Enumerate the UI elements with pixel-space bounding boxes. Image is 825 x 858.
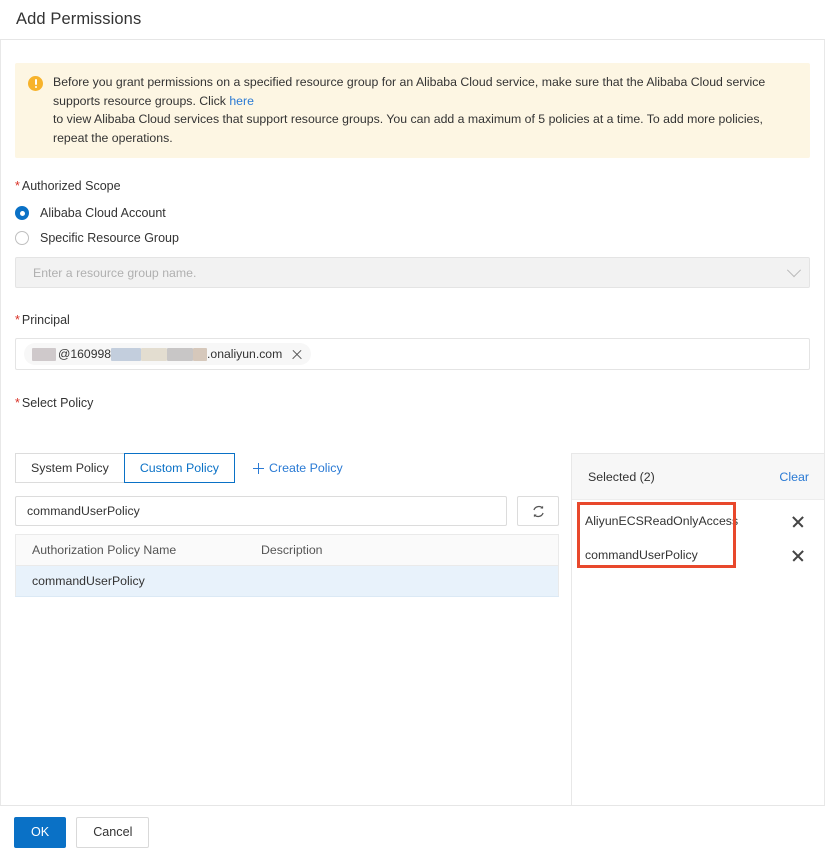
policy-search-row: commandUserPolicy xyxy=(15,496,559,526)
redacted-block xyxy=(111,347,142,361)
principal-section: * Principal @160998 .onaliyun.com xyxy=(1,313,824,370)
authorized-scope-label-text: Authorized Scope xyxy=(21,179,121,193)
cell-description xyxy=(245,565,559,597)
refresh-button[interactable] xyxy=(517,496,559,526)
tab-system-policy[interactable]: System Policy xyxy=(15,453,125,483)
principal-input[interactable]: @160998 .onaliyun.com xyxy=(15,338,810,370)
cell-policy-name: commandUserPolicy xyxy=(15,565,245,597)
principal-label: * Principal xyxy=(15,313,824,327)
create-policy-label: Create Policy xyxy=(269,461,343,475)
table-header-row: Authorization Policy Name Description xyxy=(15,534,559,566)
principal-tag: @160998 .onaliyun.com xyxy=(24,343,312,365)
selected-count-label: Selected (2) xyxy=(588,469,655,484)
add-permissions-dialog: Add Permissions Before you grant permiss… xyxy=(0,0,825,858)
close-icon[interactable] xyxy=(792,515,804,527)
radio-specific-resource-group[interactable]: Specific Resource Group xyxy=(15,231,179,245)
redacted-block xyxy=(141,347,168,361)
resource-group-select[interactable]: Enter a resource group name. xyxy=(15,257,810,288)
radio-unchecked-icon xyxy=(15,231,29,245)
page-title: Add Permissions xyxy=(16,10,142,28)
cancel-button[interactable]: Cancel xyxy=(76,816,150,848)
column-header-policy-name: Authorization Policy Name xyxy=(15,534,245,566)
selected-policies-panel: Selected (2) Clear AliyunECSReadOnlyAcce… xyxy=(571,453,824,805)
authorized-scope-section: * Authorized Scope Alibaba Cloud Account … xyxy=(1,179,824,288)
alert-here-link[interactable]: here xyxy=(229,94,254,108)
close-icon[interactable] xyxy=(291,349,302,360)
selected-policy-name: AliyunECSReadOnlyAccess xyxy=(585,514,739,528)
principal-label-text: Principal xyxy=(21,313,70,327)
table-row[interactable]: commandUserPolicy xyxy=(15,565,559,597)
column-header-description: Description xyxy=(245,534,559,566)
warning-icon xyxy=(28,76,43,91)
required-asterisk: * xyxy=(15,396,20,410)
required-asterisk: * xyxy=(15,179,20,193)
search-input[interactable]: commandUserPolicy xyxy=(15,496,507,526)
selected-policy-name: commandUserPolicy xyxy=(585,548,698,562)
redacted-block xyxy=(32,347,56,361)
clear-selection-button[interactable]: Clear xyxy=(779,470,809,484)
dialog-header: Add Permissions xyxy=(0,0,825,40)
selected-policies-list: AliyunECSReadOnlyAccess commandUserPolic… xyxy=(572,500,824,572)
select-policy-section: * Select Policy xyxy=(1,396,824,410)
redacted-block xyxy=(193,347,208,361)
dialog-footer: OK Cancel xyxy=(0,805,825,858)
plus-icon xyxy=(253,462,264,474)
ok-button[interactable]: OK xyxy=(14,816,67,848)
dialog-body: Before you grant permissions on a specif… xyxy=(0,40,825,805)
select-policy-label-text: Select Policy xyxy=(21,396,94,410)
selected-panel-header: Selected (2) Clear xyxy=(572,454,824,500)
principal-tag-text: @160998 xyxy=(58,347,112,361)
chevron-down-icon xyxy=(786,262,802,277)
policy-tabs: System Policy Custom Policy Create Polic… xyxy=(15,453,559,483)
alert-text: Before you grant permissions on a specif… xyxy=(53,73,797,147)
list-item: AliyunECSReadOnlyAccess xyxy=(572,504,824,538)
radio-alibaba-cloud-account-label: Alibaba Cloud Account xyxy=(40,206,166,220)
select-policy-label: * Select Policy xyxy=(15,396,824,410)
list-item: commandUserPolicy xyxy=(572,538,824,572)
create-policy-button[interactable]: Create Policy xyxy=(253,461,343,475)
alert-text-part1: Before you grant permissions on a specif… xyxy=(53,75,766,108)
redacted-block xyxy=(167,347,194,361)
tab-custom-policy[interactable]: Custom Policy xyxy=(123,453,235,483)
authorized-scope-label: * Authorized Scope xyxy=(15,179,824,193)
close-icon[interactable] xyxy=(792,549,804,561)
search-input-value: commandUserPolicy xyxy=(27,504,140,518)
radio-alibaba-cloud-account[interactable]: Alibaba Cloud Account xyxy=(15,206,166,220)
radio-specific-resource-group-label: Specific Resource Group xyxy=(40,231,179,245)
required-asterisk: * xyxy=(15,313,20,327)
resource-group-placeholder: Enter a resource group name. xyxy=(33,265,197,280)
info-alert: Before you grant permissions on a specif… xyxy=(15,63,810,158)
alert-text-part2: to view Alibaba Cloud services that supp… xyxy=(53,112,763,145)
policy-table: Authorization Policy Name Description co… xyxy=(15,534,559,597)
policy-picker: System Policy Custom Policy Create Polic… xyxy=(15,453,559,597)
refresh-icon xyxy=(532,505,544,517)
principal-tag-suffix: .onaliyun.com xyxy=(207,347,283,361)
radio-checked-icon xyxy=(15,206,29,220)
